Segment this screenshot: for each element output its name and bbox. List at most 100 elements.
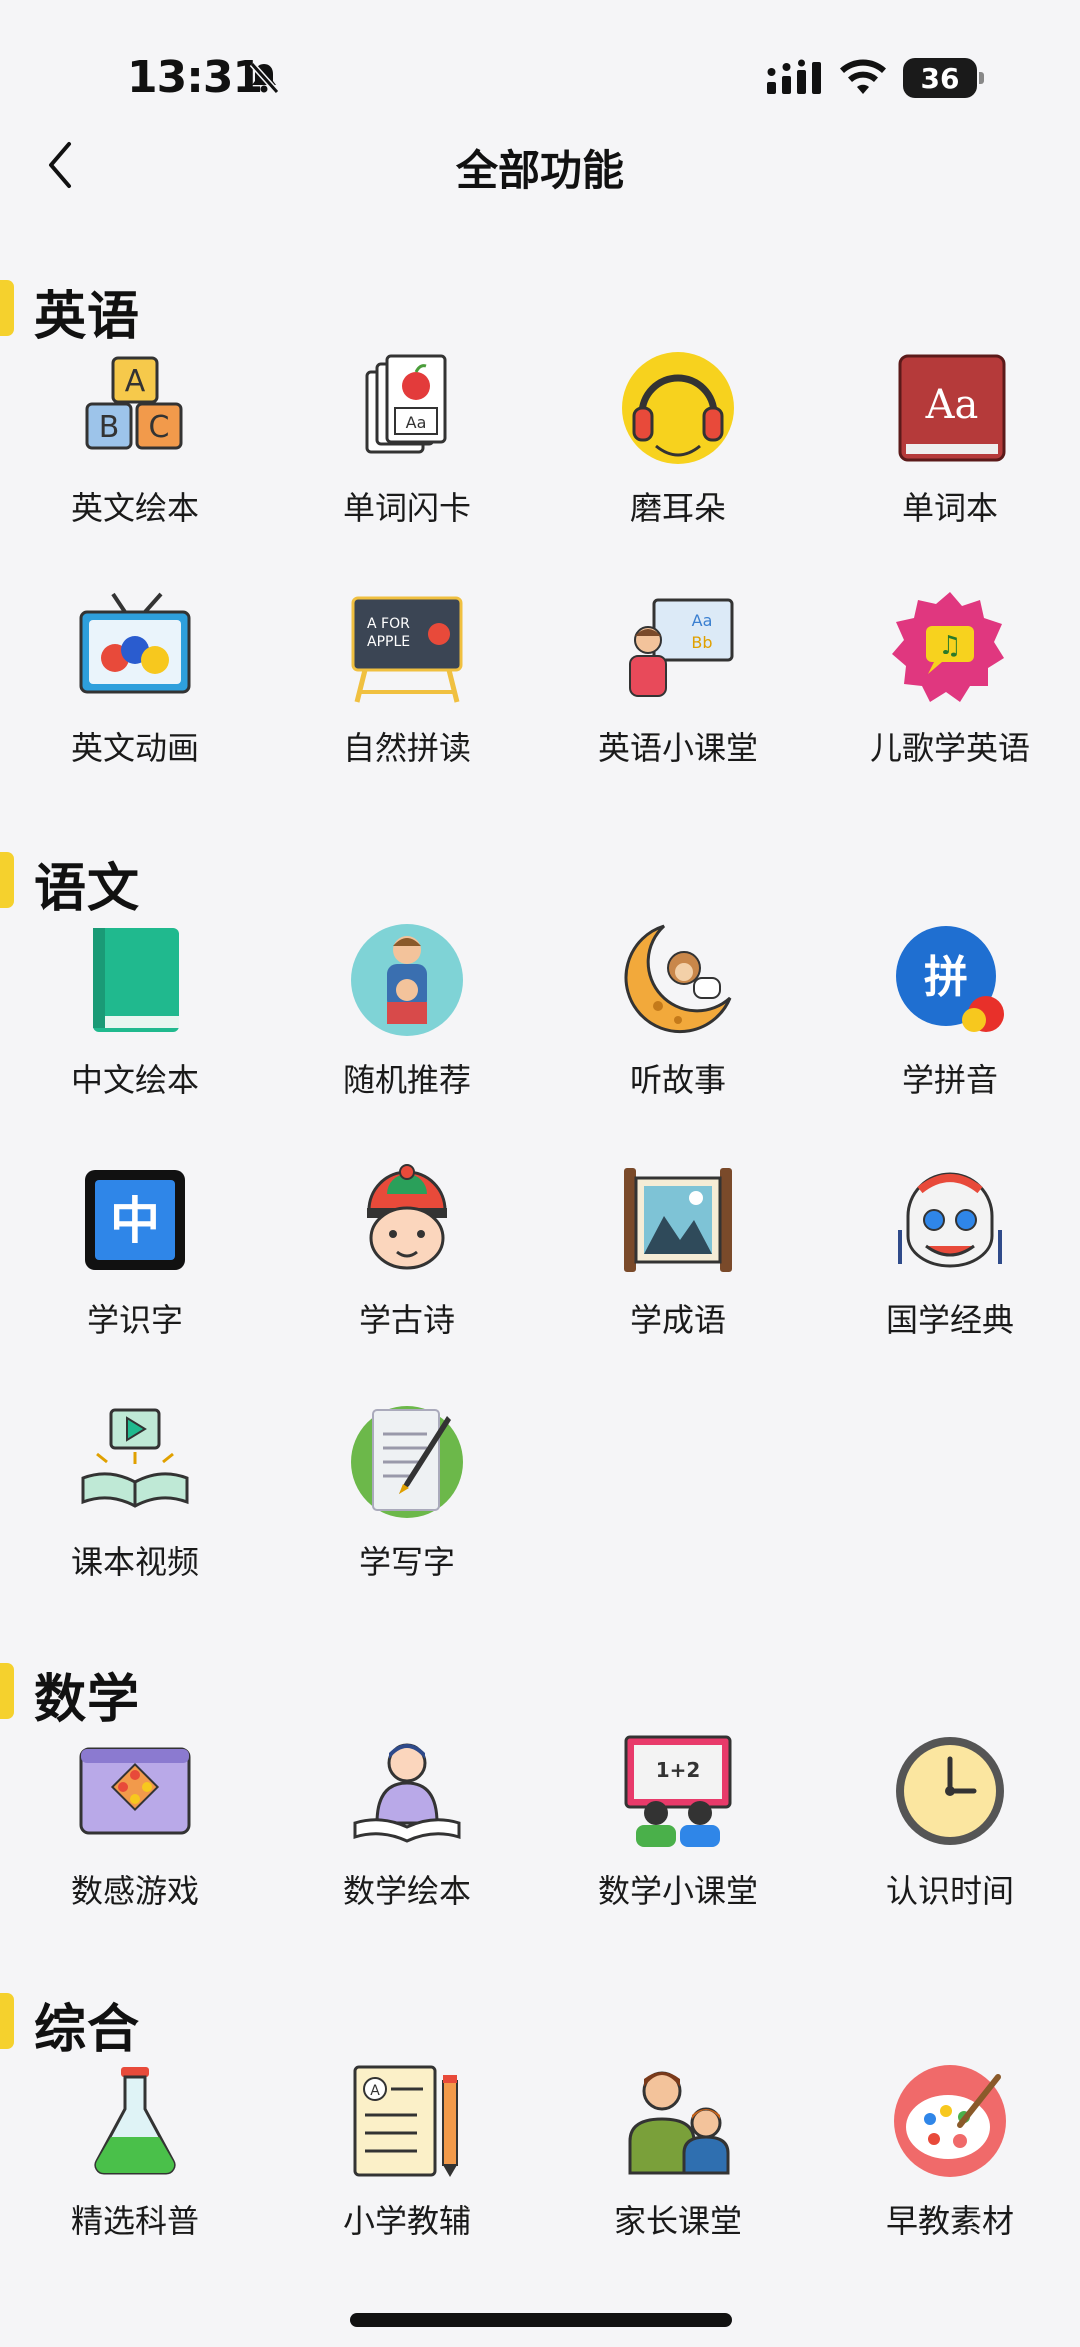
feature-label: 随机推荐 bbox=[342, 1061, 471, 1099]
svg-text:1+2: 1+2 bbox=[656, 1758, 701, 1782]
worksheet-icon: A bbox=[353, 2065, 458, 2177]
feature-early-education[interactable]: 早教素材 bbox=[815, 2061, 1080, 2261]
svg-text:APPLE: APPLE bbox=[367, 634, 410, 650]
section-accent-bar bbox=[0, 1663, 14, 1719]
feature-english-classroom[interactable]: Aa Bb 英语小课堂 bbox=[543, 588, 813, 788]
boy-hat-icon bbox=[367, 1164, 447, 1270]
feature-label: 单词闪卡 bbox=[342, 489, 471, 527]
classroom-board-icon: 1+2 bbox=[624, 1735, 732, 1847]
feature-label: 学古诗 bbox=[358, 1301, 455, 1339]
feature-label: 中文绘本 bbox=[70, 1061, 199, 1099]
feature-label: 学成语 bbox=[629, 1301, 726, 1339]
feature-label: 磨耳朵 bbox=[629, 489, 726, 527]
pinyin-badge-icon: 拼 bbox=[896, 926, 1004, 1032]
feature-learn-characters[interactable]: 中 学识字 bbox=[0, 1160, 270, 1360]
section-general: 综合 精选科普 A 小学教辅 家长课堂 早教素材 bbox=[0, 1981, 1080, 2240]
feature-learn-pinyin[interactable]: 拼 学拼音 bbox=[815, 920, 1080, 1120]
dictionary-book-icon: Aa bbox=[898, 354, 1006, 462]
feature-english-animation[interactable]: 英文动画 bbox=[0, 588, 270, 788]
wifi-icon bbox=[840, 59, 886, 94]
feature-label: 自然拼读 bbox=[342, 729, 471, 767]
feature-phonics[interactable]: A FOR APPLE 自然拼读 bbox=[272, 588, 542, 788]
tv-icon bbox=[79, 592, 191, 694]
parent-child-reading-icon bbox=[351, 924, 463, 1036]
svg-text:A FOR: A FOR bbox=[367, 616, 410, 632]
feature-textbook-videos[interactable]: 课本视频 bbox=[0, 1402, 270, 1602]
feature-label: 学写字 bbox=[358, 1543, 455, 1581]
svg-text:中: 中 bbox=[110, 1192, 160, 1250]
section-chinese: 语文 中文绘本 随机推荐 听故事 拼 学拼音 中 学识字 学古诗 学成语 国学经… bbox=[0, 840, 1080, 1581]
svg-text:Bb: Bb bbox=[691, 633, 712, 652]
feature-label: 英文动画 bbox=[70, 729, 199, 767]
section-english: 英语 A B C 英文绘本 Aa 单词闪卡 磨耳朵 Aa 单词本 英文动画 A … bbox=[0, 268, 1080, 767]
feature-label: 数感游戏 bbox=[70, 1872, 199, 1910]
flask-icon bbox=[94, 2067, 176, 2175]
svg-text:Aa: Aa bbox=[692, 611, 713, 630]
section-title: 语文 bbox=[34, 859, 141, 919]
lion-dance-icon bbox=[898, 1172, 1002, 1268]
moon-monkey-icon bbox=[624, 924, 732, 1034]
section-math: 数学 数感游戏 数学绘本 1+2 数学小课堂 认识时间 bbox=[0, 1651, 1080, 1910]
section-title: 英语 bbox=[34, 287, 141, 347]
headphones-icon bbox=[622, 352, 734, 464]
svg-text:拼: 拼 bbox=[924, 952, 968, 1003]
section-accent-bar bbox=[0, 852, 14, 908]
svg-text:C: C bbox=[149, 410, 170, 445]
feature-label: 英文绘本 bbox=[70, 489, 199, 527]
feature-primary-tutoring[interactable]: A 小学教辅 bbox=[272, 2061, 542, 2261]
feature-label: 课本视频 bbox=[70, 1543, 199, 1581]
feature-vocabulary-book[interactable]: Aa 单词本 bbox=[815, 348, 1080, 548]
music-badge-icon: ♫ bbox=[892, 592, 1004, 702]
parent-child-icon bbox=[628, 2071, 730, 2175]
section-title: 数学 bbox=[34, 1670, 141, 1730]
video-book-icon bbox=[81, 1408, 189, 1508]
pen-paper-icon bbox=[351, 1406, 463, 1518]
feature-label: 数学绘本 bbox=[342, 1872, 471, 1910]
feature-science[interactable]: 精选科普 bbox=[0, 2061, 270, 2261]
feature-number-sense-game[interactable]: 数感游戏 bbox=[0, 1731, 270, 1931]
feature-english-picture-book[interactable]: A B C 英文绘本 bbox=[0, 348, 270, 548]
muted-bell-icon bbox=[249, 62, 280, 94]
feature-idioms[interactable]: 学成语 bbox=[543, 1160, 813, 1360]
feature-math-classroom[interactable]: 1+2 数学小课堂 bbox=[543, 1731, 813, 1931]
feature-label: 早教素材 bbox=[885, 2202, 1014, 2240]
feature-label: 听故事 bbox=[629, 1061, 726, 1099]
feature-ancient-poems[interactable]: 学古诗 bbox=[272, 1160, 542, 1360]
svg-text:B: B bbox=[99, 410, 120, 445]
section-header: 综合 bbox=[0, 1981, 1080, 2061]
feature-ear-training[interactable]: 磨耳朵 bbox=[543, 348, 813, 548]
svg-text:Aa: Aa bbox=[406, 413, 427, 432]
feature-label: 小学教辅 bbox=[342, 2202, 471, 2240]
teacher-board-icon: Aa Bb bbox=[629, 598, 734, 697]
feature-chinese-picture-book[interactable]: 中文绘本 bbox=[0, 920, 270, 1120]
feature-listen-stories[interactable]: 听故事 bbox=[543, 920, 813, 1120]
feature-label: 认识时间 bbox=[885, 1872, 1014, 1910]
reader-icon bbox=[353, 1743, 461, 1843]
feature-label: 国学经典 bbox=[885, 1301, 1014, 1339]
feature-word-flashcards[interactable]: Aa 单词闪卡 bbox=[272, 348, 542, 548]
feature-learn-time[interactable]: 认识时间 bbox=[815, 1731, 1080, 1931]
feature-label: 家长课堂 bbox=[613, 2202, 742, 2240]
page-title: 全部功能 bbox=[455, 146, 624, 195]
feature-label: 单词本 bbox=[901, 489, 998, 527]
clock-icon bbox=[896, 1737, 1004, 1845]
feature-handwriting[interactable]: 学写字 bbox=[272, 1402, 542, 1602]
feature-classics[interactable]: 国学经典 bbox=[815, 1160, 1080, 1360]
section-header: 数学 bbox=[0, 1651, 1080, 1731]
feature-parent-classroom[interactable]: 家长课堂 bbox=[543, 2061, 813, 2261]
feature-label: 精选科普 bbox=[70, 2202, 199, 2240]
feature-math-picture-book[interactable]: 数学绘本 bbox=[272, 1731, 542, 1931]
svg-text:A: A bbox=[125, 364, 146, 399]
battery-indicator: 36 bbox=[903, 58, 984, 98]
svg-text:♫: ♫ bbox=[938, 631, 961, 661]
feature-label: 学拼音 bbox=[901, 1061, 998, 1099]
status-time: 13:31 bbox=[127, 52, 263, 103]
palette-icon bbox=[894, 2065, 1006, 2177]
svg-text:A: A bbox=[370, 2083, 380, 2099]
svg-text:Aa: Aa bbox=[925, 382, 979, 428]
feature-label: 英语小课堂 bbox=[597, 729, 758, 767]
feature-label: 数学小课堂 bbox=[597, 1872, 758, 1910]
feature-english-songs[interactable]: ♫ 儿歌学英语 bbox=[815, 588, 1080, 788]
section-accent-bar bbox=[0, 1993, 14, 2049]
feature-random-recommend[interactable]: 随机推荐 bbox=[272, 920, 542, 1120]
